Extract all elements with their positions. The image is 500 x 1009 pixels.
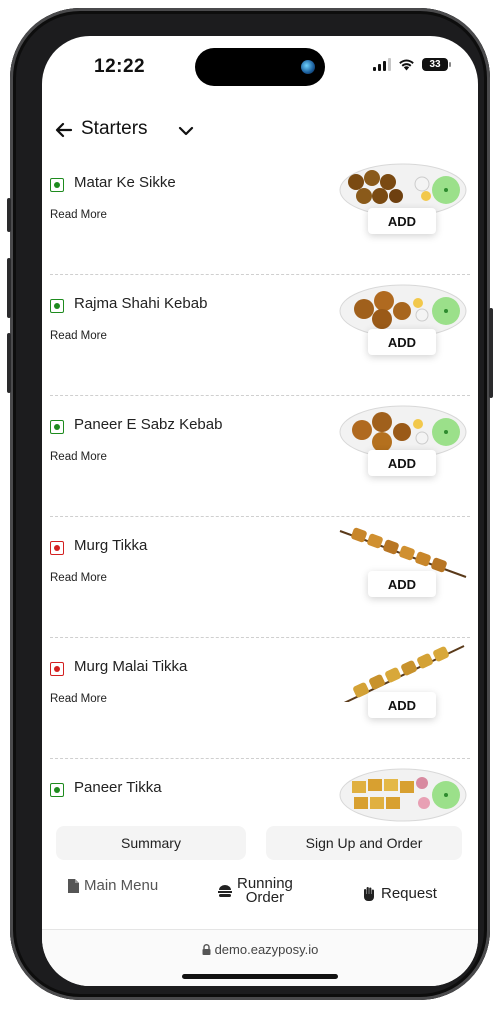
menu-item: Murg Tikka Read More ADD <box>50 517 470 638</box>
menu-item: Matar Ke Sikke Read More ADD <box>50 154 470 275</box>
document-icon <box>68 878 79 893</box>
add-button[interactable]: ADD <box>368 450 436 476</box>
status-bar: 12:22 33 <box>42 36 478 96</box>
veg-indicator-icon <box>50 783 64 797</box>
volume-up-button <box>7 258 11 318</box>
menu-item: Paneer E Sabz Kebab Read More ADD <box>50 396 470 517</box>
category-header[interactable]: Starters <box>42 110 478 154</box>
status-time: 12:22 <box>94 56 146 77</box>
phone-frame: 12:22 33 Starters Matar Ke Sikke Read Mo… <box>7 8 493 1000</box>
wifi-icon <box>399 59 414 71</box>
add-button[interactable]: ADD <box>368 329 436 355</box>
nav-request[interactable]: Request <box>362 885 437 902</box>
power-button <box>489 308 493 398</box>
menu-item: Paneer Tikka <box>50 759 470 826</box>
menu-item-name[interactable]: Paneer E Sabz Kebab <box>74 416 222 433</box>
read-more-link[interactable]: Read More <box>50 693 107 705</box>
read-more-link[interactable]: Read More <box>50 572 107 584</box>
dynamic-island <box>195 48 325 86</box>
nav-running-order-label: Running Order <box>237 875 293 906</box>
chevron-down-icon[interactable] <box>176 121 196 141</box>
url-label: demo.eazyposy.io <box>214 942 319 957</box>
add-button[interactable]: ADD <box>368 571 436 597</box>
status-icons: 33 <box>373 58 451 71</box>
lock-icon <box>202 944 211 955</box>
nav-request-label: Request <box>381 885 437 902</box>
burger-icon <box>218 884 232 897</box>
category-title[interactable]: Starters <box>81 118 148 140</box>
read-more-link[interactable]: Read More <box>50 209 107 221</box>
non-veg-indicator-icon <box>50 541 64 555</box>
screen: 12:22 33 Starters Matar Ke Sikke Read Mo… <box>42 36 478 986</box>
menu-item: Rajma Shahi Kebab Read More ADD <box>50 275 470 396</box>
add-button[interactable]: ADD <box>368 208 436 234</box>
veg-indicator-icon <box>50 178 64 192</box>
front-camera-icon <box>301 60 315 74</box>
dish-image-paneer-plate <box>339 768 467 822</box>
menu-item-name[interactable]: Matar Ke Sikke <box>74 174 176 191</box>
nav-main-menu[interactable]: Main Menu <box>68 877 158 894</box>
summary-button[interactable]: Summary <box>56 826 246 860</box>
home-indicator[interactable] <box>182 974 338 979</box>
menu-item: Murg Malai Tikka Read More ADD <box>50 638 470 759</box>
menu-item-list: Matar Ke Sikke Read More ADD Rajma Shahi… <box>42 154 478 826</box>
nav-running-order[interactable]: Running Order <box>218 875 293 906</box>
volume-down-button <box>7 333 11 393</box>
sign-up-and-order-button[interactable]: Sign Up and Order <box>266 826 462 860</box>
menu-item-name[interactable]: Paneer Tikka <box>74 779 162 796</box>
cellular-signal-icon <box>373 58 391 71</box>
veg-indicator-icon <box>50 299 64 313</box>
menu-item-name[interactable]: Murg Malai Tikka <box>74 658 187 675</box>
menu-item-name[interactable]: Murg Tikka <box>74 537 147 554</box>
nav-main-menu-label: Main Menu <box>84 877 159 894</box>
read-more-link[interactable]: Read More <box>50 451 107 463</box>
order-actions-bar: Summary Sign Up and Order <box>56 826 462 860</box>
veg-indicator-icon <box>50 420 64 434</box>
mute-switch <box>7 198 11 232</box>
add-button[interactable]: ADD <box>368 692 436 718</box>
non-veg-indicator-icon <box>50 662 64 676</box>
back-arrow-icon[interactable] <box>54 120 74 140</box>
bottom-nav: Main Menu Running Order Request <box>42 870 478 928</box>
browser-url-bar[interactable]: demo.eazyposy.io <box>42 929 478 986</box>
read-more-link[interactable]: Read More <box>50 330 107 342</box>
url-text[interactable]: demo.eazyposy.io <box>42 942 478 957</box>
menu-item-name[interactable]: Rajma Shahi Kebab <box>74 295 207 312</box>
battery-icon: 33 <box>422 58 451 71</box>
hand-icon <box>364 887 374 901</box>
